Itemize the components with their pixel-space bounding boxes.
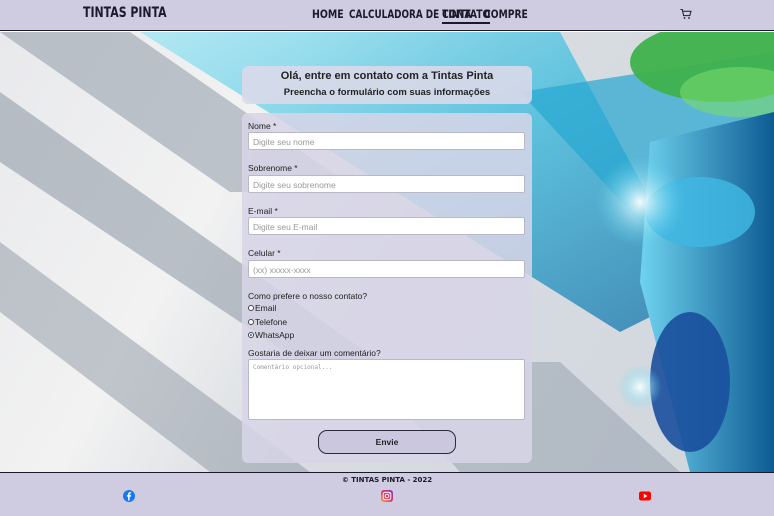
cart-icon[interactable] [680, 8, 692, 20]
copyright-text: © TINTAS PINTA - 2022 [341, 476, 433, 484]
site-header: TINTAS PINTA HOME CALCULADORA DE TINTA C… [0, 0, 774, 31]
form-title: Olá, entre em contato com a Tintas Pinta [280, 70, 494, 82]
form-subtitle: Preencha o formulário com suas informaçõ… [283, 87, 491, 98]
brand-logo[interactable]: TINTAS PINTA [83, 5, 167, 21]
comment-label: Gostaria de deixar um comentário? [248, 348, 381, 358]
email-input[interactable]: Digite seu E-mail [248, 217, 525, 235]
youtube-icon[interactable] [639, 490, 651, 502]
submit-button[interactable]: Envie [318, 430, 456, 454]
email-label: E-mail * [248, 206, 278, 216]
facebook-icon[interactable] [123, 490, 135, 502]
radio-email[interactable]: Email [248, 303, 276, 313]
celular-input[interactable]: (xx) xxxxx-xxxx [248, 260, 525, 278]
contact-question: Como prefere o nosso contato? [248, 291, 368, 301]
sobrenome-input[interactable]: Digite seu sobrenome [248, 175, 525, 193]
radio-telefone-label: Telefone [255, 317, 288, 327]
nav-home[interactable]: HOME [312, 7, 344, 21]
instagram-icon[interactable] [381, 490, 393, 502]
main-nav: HOME CALCULADORA DE TINTA CONTATO COMPRE [312, 7, 528, 24]
radio-email-label: Email [255, 303, 277, 313]
comment-textarea[interactable]: Comentário opcional... [248, 359, 525, 420]
radio-button[interactable] [248, 319, 254, 325]
site-footer: © TINTAS PINTA - 2022 [0, 472, 774, 516]
radio-whatsapp-label: WhatsApp [255, 330, 295, 340]
nav-compre[interactable]: COMPRE [484, 7, 528, 21]
celular-label: Celular * [248, 248, 281, 258]
sobrenome-label: Sobrenome * [248, 163, 298, 173]
nome-label: Nome * [248, 121, 277, 131]
radio-button-checked[interactable] [248, 332, 254, 338]
contact-form: Nome * Digite seu nome Sobrenome * Digit… [242, 113, 532, 463]
nome-input[interactable]: Digite seu nome [248, 132, 525, 150]
form-header: Olá, entre em contato com a Tintas Pinta… [242, 66, 532, 104]
radio-whatsapp[interactable]: WhatsApp [248, 330, 294, 340]
radio-button[interactable] [248, 305, 254, 311]
radio-telefone[interactable]: Telefone [248, 317, 287, 327]
